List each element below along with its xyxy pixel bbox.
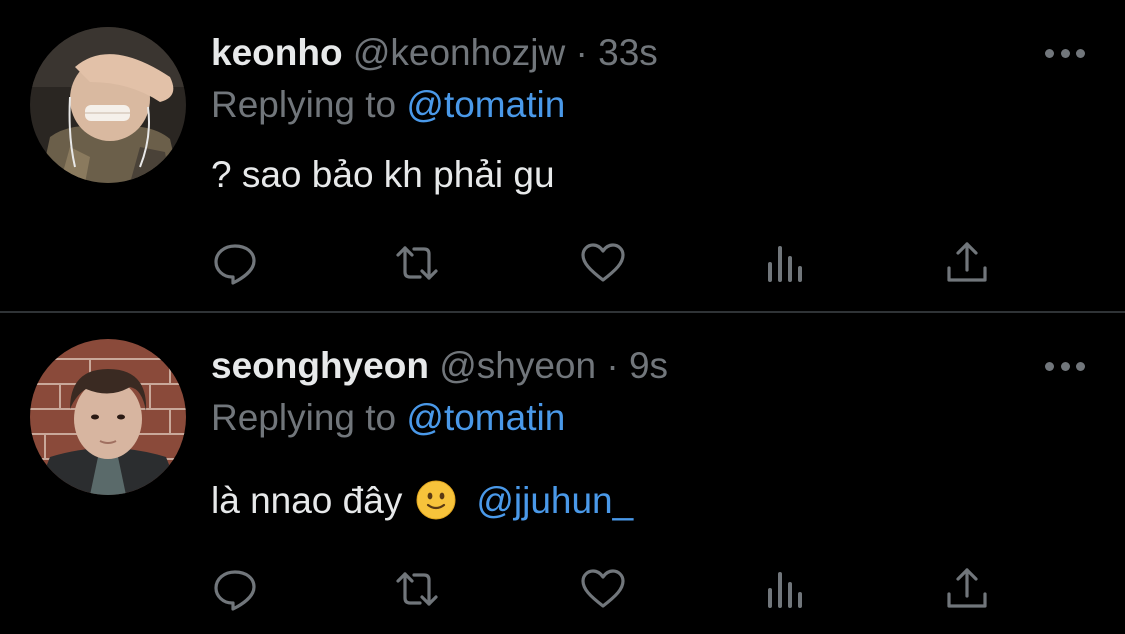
like-icon[interactable] <box>580 240 626 286</box>
handle[interactable]: @shyeon <box>439 345 596 386</box>
share-icon[interactable] <box>944 566 990 612</box>
tweet-text-content: ? sao bảo kh phải gu <box>211 154 555 195</box>
tweet-text: là nnao đây @jjuhun_ <box>211 476 633 526</box>
replying-to-mention[interactable]: @tomatin <box>406 84 565 125</box>
more-options-icon[interactable] <box>1045 356 1085 376</box>
slightly-smiling-face-icon <box>416 480 456 520</box>
avatar[interactable] <box>30 339 186 495</box>
reply-icon[interactable] <box>212 240 258 286</box>
display-name[interactable]: keonho <box>211 32 343 73</box>
tweet-header: seonghyeon @shyeon · 9s <box>211 341 668 391</box>
retweet-icon[interactable] <box>394 240 440 286</box>
tweet[interactable]: seonghyeon @shyeon · 9s Replying to @tom… <box>0 313 1125 634</box>
tweet[interactable]: keonho @keonhozjw · 33s Replying to @tom… <box>0 0 1125 311</box>
reply-icon[interactable] <box>212 566 258 612</box>
replying-to-mention[interactable]: @tomatin <box>406 397 565 438</box>
replying-prefix: Replying to <box>211 84 407 125</box>
like-icon[interactable] <box>580 566 626 612</box>
handle[interactable]: @keonhozjw <box>353 32 565 73</box>
dot <box>1045 361 1054 371</box>
analytics-icon[interactable] <box>764 566 810 612</box>
retweet-icon[interactable] <box>394 566 440 612</box>
timestamp[interactable]: 9s <box>629 345 668 386</box>
dot <box>1045 48 1054 58</box>
replying-to: Replying to @tomatin <box>211 393 565 443</box>
separator: · <box>565 32 599 73</box>
dot <box>1076 361 1085 371</box>
avatar[interactable] <box>30 27 186 183</box>
tweet-header: keonho @keonhozjw · 33s <box>211 28 658 78</box>
tweet-text: ? sao bảo kh phải gu <box>211 150 555 200</box>
dot <box>1060 361 1070 371</box>
share-icon[interactable] <box>944 240 990 286</box>
replying-prefix: Replying to <box>211 397 407 438</box>
tweet-text-content: là nnao đây <box>211 480 403 521</box>
action-bar <box>212 240 1002 286</box>
more-options-icon[interactable] <box>1045 43 1085 63</box>
mention-link[interactable]: @jjuhun_ <box>476 480 633 521</box>
replying-to: Replying to @tomatin <box>211 80 565 130</box>
separator: · <box>596 345 629 386</box>
display-name[interactable]: seonghyeon <box>211 345 429 386</box>
dot <box>1060 48 1070 58</box>
action-bar <box>212 566 1002 612</box>
dot <box>1076 48 1085 58</box>
analytics-icon[interactable] <box>764 240 810 286</box>
timestamp[interactable]: 33s <box>598 32 658 73</box>
